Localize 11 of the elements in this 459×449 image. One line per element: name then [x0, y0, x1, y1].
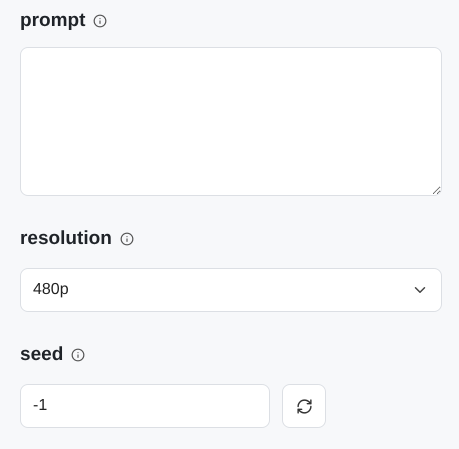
field-label: seed: [20, 342, 64, 367]
field-label: resolution: [20, 226, 112, 251]
refresh-icon: [296, 398, 312, 414]
prompt-input[interactable]: [20, 47, 442, 196]
refresh-button[interactable]: [282, 384, 326, 428]
info-icon: [71, 348, 86, 362]
field-label: prompt: [20, 8, 86, 33]
seed-input[interactable]: -1: [20, 384, 270, 428]
resolution-dropdown[interactable]: 480p: [20, 268, 442, 312]
info-icon: [93, 14, 108, 28]
info-icon: [120, 232, 134, 246]
